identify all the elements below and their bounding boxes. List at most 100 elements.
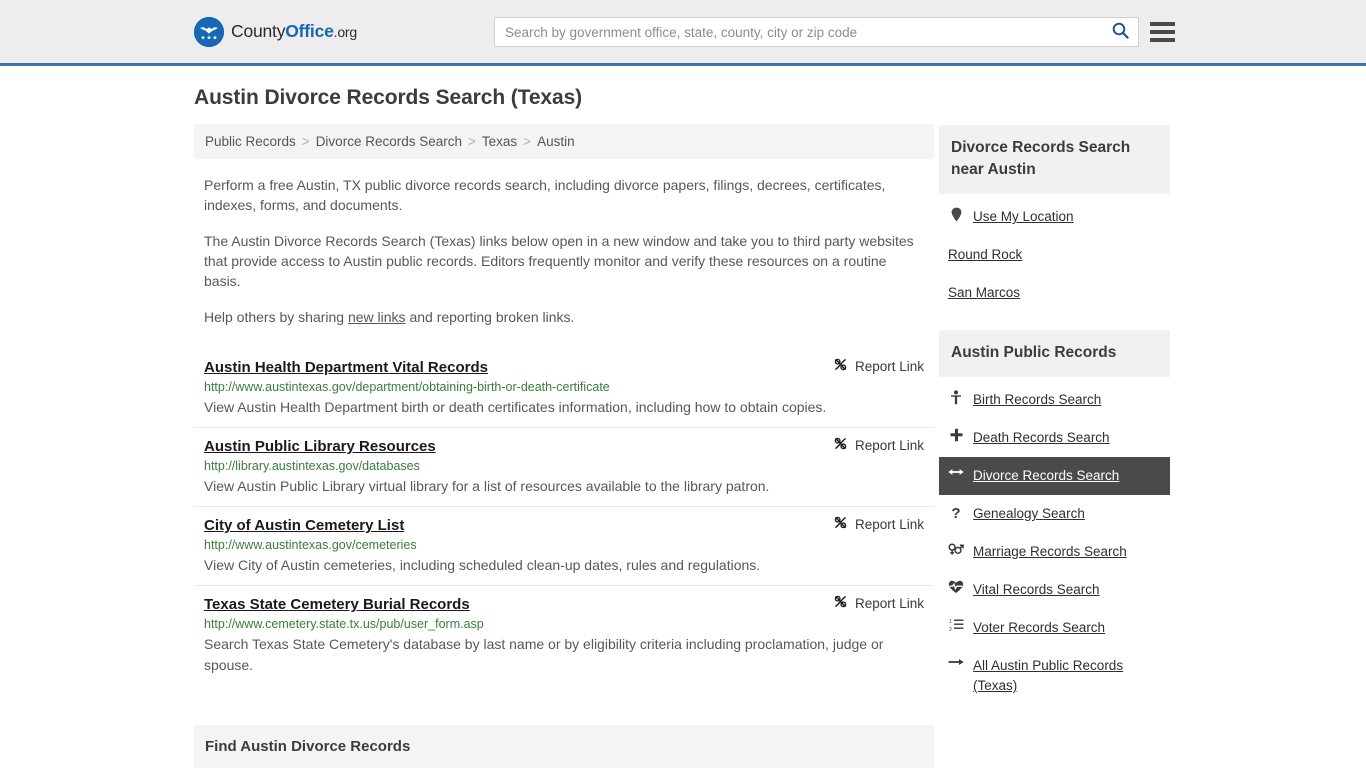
svg-text:1: 1 (949, 619, 952, 625)
sidebar-item-label: Genealogy Search (973, 506, 1085, 521)
sidebar-item-marriage-records-search[interactable]: Marriage Records Search (939, 533, 1170, 571)
sidebar-item-label: Voter Records Search (973, 620, 1106, 635)
result-title-link[interactable]: Austin Health Department Vital Records (204, 359, 488, 376)
result-description: Search Texas State Cemetery's database b… (204, 636, 884, 673)
breadcrumb-separator: > (523, 134, 532, 149)
result-url: http://www.austintexas.gov/cemeteries (204, 538, 417, 552)
sidebar: Divorce Records Search near Austin Use M… (939, 125, 1170, 705)
sidebar-item-label: Birth Records Search (973, 392, 1102, 407)
result-item: Austin Public Library Resources Report L… (194, 427, 934, 506)
svg-text:2: 2 (949, 627, 952, 632)
breadcrumb-separator: > (468, 134, 476, 149)
sidebar-item-death-records-search[interactable]: Death Records Search (939, 419, 1170, 457)
report-link-label: Report Link (854, 595, 924, 611)
report-link-button[interactable]: Report Link (833, 594, 924, 612)
result-description: View City of Austin cemeteries, includin… (204, 557, 761, 573)
baby-icon (948, 390, 964, 405)
logo-wordmark: CountyOffice.org (231, 23, 357, 41)
search-input[interactable] (495, 18, 1102, 46)
sidebar-item-label: Round Rock (948, 247, 1023, 262)
sidebar-item-label: Use My Location (973, 209, 1074, 224)
public-records-panel-title: Austin Public Records (939, 330, 1170, 377)
sidebar-item-san-marcos[interactable]: San Marcos (939, 274, 1170, 312)
sidebar-item-all-austin-public-records[interactable]: All Austin Public Records (Texas) (939, 647, 1170, 705)
sidebar-item-label: Vital Records Search (973, 582, 1100, 597)
main-content: Austin Divorce Records Search (Texas) Pu… (194, 86, 934, 768)
public-records-panel-list: Birth Records Search Death Records Searc… (939, 377, 1170, 705)
nearby-panel-title: Divorce Records Search near Austin (939, 125, 1170, 194)
heartbeat-icon (948, 580, 964, 594)
sidebar-item-label: Divorce Records Search (973, 468, 1120, 483)
search-icon (1112, 22, 1129, 42)
logo-text-county: County (231, 21, 286, 42)
hamburger-menu-icon[interactable] (1150, 20, 1175, 44)
search-button[interactable] (1102, 18, 1138, 46)
map-pin-icon (948, 207, 964, 222)
sidebar-item-label: Marriage Records Search (973, 544, 1127, 559)
breadcrumb-separator: > (301, 134, 310, 149)
sidebar-item-label: San Marcos (948, 285, 1021, 300)
ordered-list-icon: 1 2 (948, 618, 964, 632)
question-mark-icon: ? (951, 505, 961, 522)
report-link-button[interactable]: Report Link (833, 357, 924, 375)
sidebar-item-use-my-location[interactable]: Use My Location (939, 198, 1170, 236)
sidebar-item-vital-records-search[interactable]: Vital Records Search (939, 571, 1170, 609)
result-url: http://www.austintexas.gov/department/ob… (204, 380, 610, 394)
cross-icon (948, 428, 964, 442)
arrow-right-icon (948, 656, 964, 668)
logo-text-org: .org (333, 24, 358, 41)
broken-link-icon (833, 594, 848, 612)
share-text-before: Help others by sharing (204, 309, 348, 325)
result-header: Austin Health Department Vital Records R… (204, 357, 924, 377)
site-header: CountyOffice.org (0, 0, 1366, 66)
result-url: http://www.cemetery.state.tx.us/pub/user… (204, 617, 484, 631)
sidebar-item-divorce-records-search[interactable]: Divorce Records Search (939, 457, 1170, 495)
share-text-after: and reporting broken links. (405, 309, 575, 325)
result-header: Austin Public Library Resources Report L… (204, 436, 924, 456)
intro-paragraph-3: Help others by sharing new links and rep… (194, 307, 934, 327)
nearby-panel-list: Use My Location Round Rock San Marcos (939, 194, 1170, 312)
results-list: Austin Health Department Vital Records R… (194, 349, 934, 685)
result-item: City of Austin Cemetery List Report Link (194, 506, 934, 585)
search-bar[interactable] (494, 17, 1139, 47)
result-description: View Austin Health Department birth or d… (204, 399, 827, 415)
result-title-link[interactable]: Austin Public Library Resources (204, 438, 436, 455)
report-link-button[interactable]: Report Link (833, 515, 924, 533)
sidebar-item-label: Death Records Search (973, 430, 1110, 445)
intro-paragraph-2: The Austin Divorce Records Search (Texas… (204, 233, 914, 289)
intro-text: Perform a free Austin, TX public divorce… (194, 175, 934, 327)
eagle-shield-logo-icon (194, 17, 224, 47)
site-logo[interactable]: CountyOffice.org (194, 17, 357, 47)
new-links-link[interactable]: new links (348, 309, 406, 325)
report-link-label: Report Link (854, 516, 924, 532)
sidebar-item-round-rock[interactable]: Round Rock (939, 236, 1170, 274)
sidebar-item-voter-records-search[interactable]: 1 2 Voter Records Search (939, 609, 1170, 647)
page-title: Austin Divorce Records Search (Texas) (194, 86, 583, 109)
result-title-link[interactable]: City of Austin Cemetery List (204, 517, 404, 534)
logo-text-office: Office (285, 21, 334, 42)
report-link-button[interactable]: Report Link (833, 436, 924, 454)
sidebar-item-label: All Austin Public Records (Texas) (973, 658, 1124, 693)
breadcrumb-item-texas[interactable]: Texas (482, 134, 517, 149)
breadcrumb-item-austin: Austin (537, 134, 575, 149)
breadcrumb: Public Records > Divorce Records Search … (194, 124, 934, 159)
find-records-title: Find Austin Divorce Records (205, 738, 411, 755)
broken-link-icon (833, 436, 848, 454)
result-header: City of Austin Cemetery List Report Link (204, 515, 924, 535)
sidebar-item-birth-records-search[interactable]: Birth Records Search (939, 381, 1170, 419)
breadcrumb-item-divorce-records-search[interactable]: Divorce Records Search (316, 134, 462, 149)
report-link-label: Report Link (854, 437, 924, 453)
report-link-label: Report Link (854, 358, 924, 374)
result-description: View Austin Public Library virtual libra… (204, 478, 770, 494)
result-title-link[interactable]: Texas State Cemetery Burial Records (204, 596, 470, 613)
result-item: Austin Health Department Vital Records R… (194, 349, 934, 427)
left-right-arrow-icon (948, 466, 964, 478)
breadcrumb-item-public-records[interactable]: Public Records (205, 134, 296, 149)
find-records-section: Find Austin Divorce Records (194, 725, 934, 768)
sidebar-item-genealogy-search[interactable]: ? Genealogy Search (939, 495, 1170, 533)
intro-paragraph-1: Perform a free Austin, TX public divorce… (204, 177, 886, 213)
result-item: Texas State Cemetery Burial Records Repo… (194, 585, 934, 685)
result-url: http://library.austintexas.gov/databases (204, 459, 420, 473)
broken-link-icon (833, 357, 848, 375)
